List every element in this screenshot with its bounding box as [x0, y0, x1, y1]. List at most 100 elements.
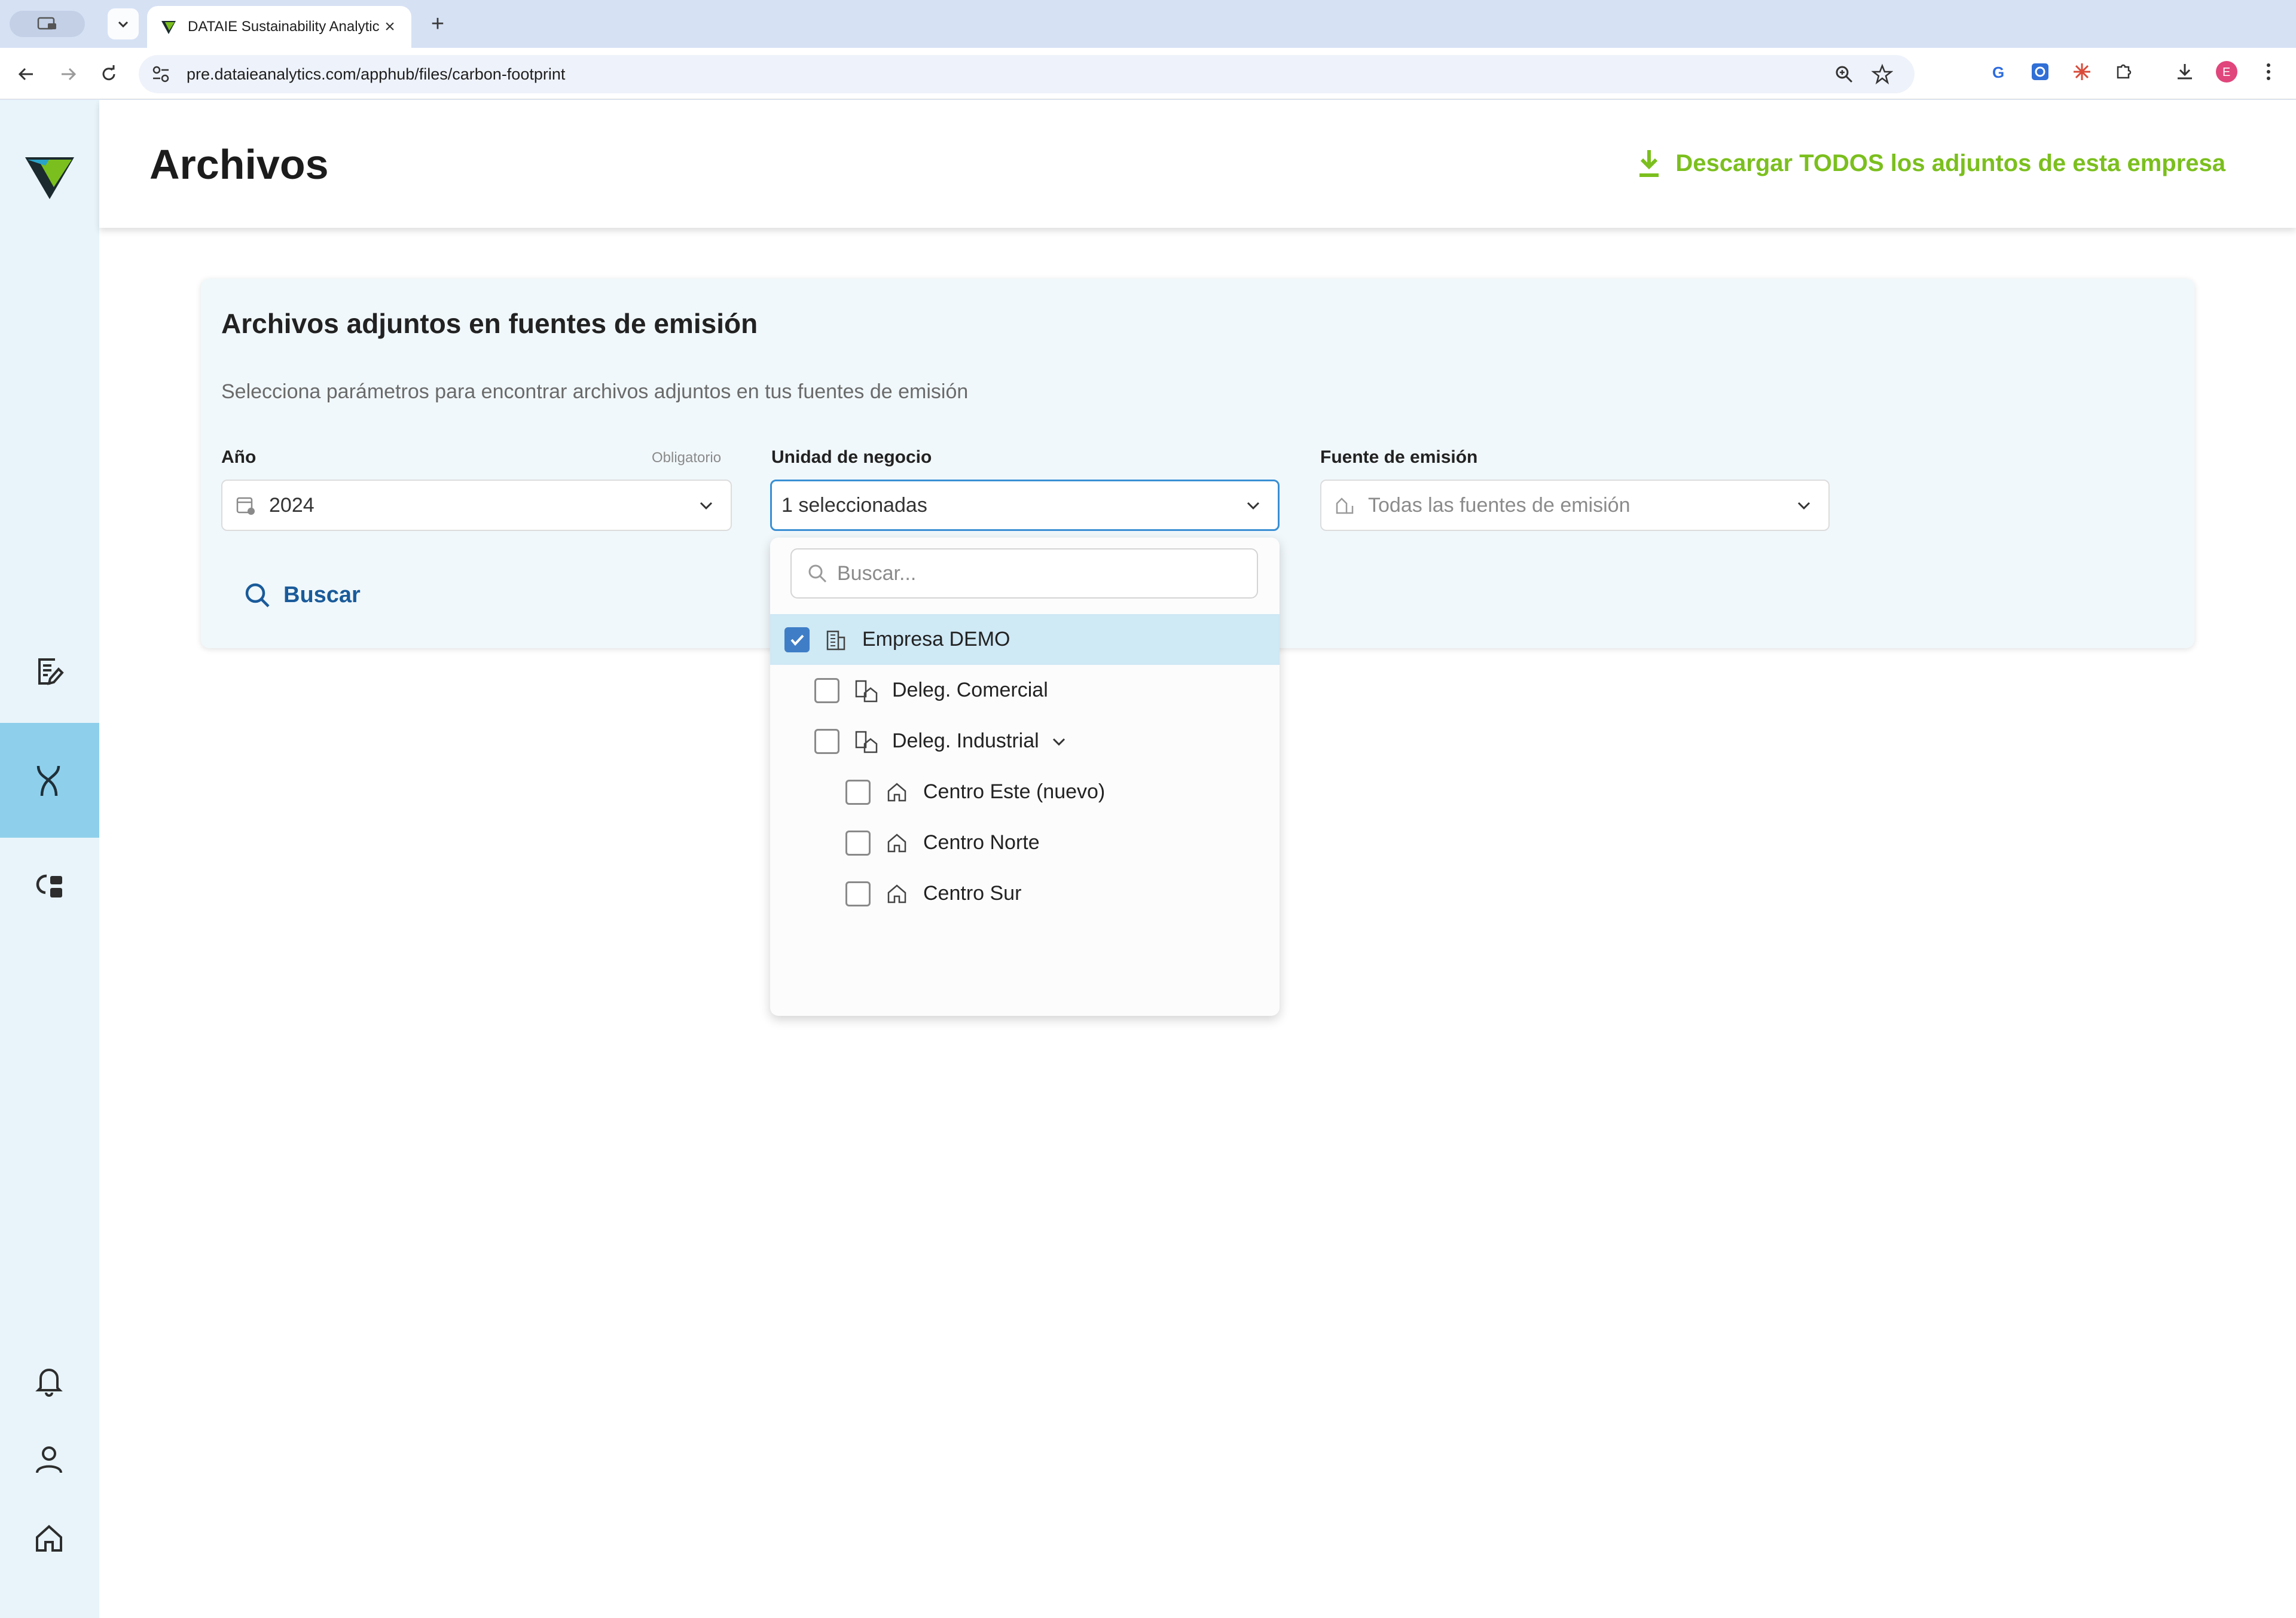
chevron-down-icon[interactable] [1050, 732, 1068, 750]
extension-gear-icon[interactable] [2028, 60, 2052, 84]
sidebar-item-home[interactable] [29, 1518, 69, 1559]
forward-button[interactable] [55, 61, 81, 87]
sidebar [0, 100, 99, 1618]
bell-icon [35, 1369, 63, 1397]
extension-g-icon[interactable]: G [1986, 60, 2010, 84]
home-icon [36, 1525, 62, 1552]
browser-tabstrip: DATAIE Sustainability Analytic × + [0, 0, 2296, 48]
list-item-deleg-comercial[interactable]: Deleg. Comercial [770, 665, 1280, 716]
branch-icon [855, 731, 878, 753]
card-title: Archivos adjuntos en fuentes de emisión [221, 308, 758, 339]
chevron-down-icon [118, 21, 129, 28]
downloads-icon[interactable] [2173, 60, 2197, 84]
dataie-logo[interactable] [25, 154, 74, 199]
business-unit-dropdown: Buscar... Empresa DEMO Deleg. Comercial … [770, 538, 1280, 1016]
sidebar-item-dashboard[interactable] [29, 866, 69, 907]
svg-text:G: G [1992, 63, 2004, 81]
tab-groups-icon [37, 17, 56, 30]
list-item-empresa-demo[interactable]: Empresa DEMO [770, 614, 1280, 665]
browser-toolbar: pre.dataieanalytics.com/apphub/files/car… [0, 48, 2296, 99]
close-tab-icon[interactable]: × [381, 17, 398, 36]
year-label: Año [221, 447, 257, 467]
business-unit-value: 1 seleccionadas [781, 493, 927, 517]
checkbox[interactable] [845, 881, 871, 906]
checkbox[interactable] [845, 830, 871, 856]
chevron-down-icon [1797, 502, 1810, 510]
check-icon [790, 634, 804, 646]
emission-source-select[interactable]: Todas las fuentes de emisión [1320, 480, 1830, 531]
checkbox[interactable] [814, 728, 839, 754]
page-header: Archivos Descargar TODOS los adjuntos de… [99, 100, 2296, 228]
business-unit-label: Unidad de negocio [771, 447, 932, 467]
page-title: Archivos [149, 141, 329, 188]
year-select[interactable]: 2024 [221, 480, 732, 531]
sidebar-item-notifications[interactable] [29, 1360, 69, 1401]
branch-icon [855, 680, 878, 702]
tab-groups-button[interactable] [10, 11, 85, 37]
download-icon [1639, 150, 1659, 177]
back-button[interactable] [13, 61, 39, 87]
list-item-label: Centro Norte [923, 831, 1040, 854]
reload-button[interactable] [96, 61, 122, 87]
building-icon [826, 630, 845, 650]
browser-menu-icon[interactable] [2257, 60, 2280, 84]
zoom-icon[interactable] [1833, 63, 1855, 85]
extensions-puzzle-icon[interactable] [2112, 60, 2136, 84]
checkbox-checked[interactable] [784, 627, 810, 652]
browser-tab-active[interactable]: DATAIE Sustainability Analytic × [147, 6, 411, 48]
svg-text:E: E [2222, 66, 2230, 79]
extension-spark-icon[interactable] [2070, 60, 2094, 84]
year-required-note: Obligatorio [652, 450, 722, 466]
favicon-icon [161, 21, 176, 34]
checkbox[interactable] [814, 677, 839, 703]
list-item-label: Deleg. Comercial [892, 679, 1048, 701]
search-icon [808, 564, 827, 583]
search-button[interactable]: Buscar [243, 581, 361, 609]
url-text: pre.dataieanalytics.com/apphub/files/car… [187, 65, 566, 83]
site-settings-icon [152, 66, 169, 83]
search-button-label: Buscar [283, 582, 361, 607]
emission-source-label: Fuente de emisión [1320, 447, 1478, 467]
list-item-deleg-industrial[interactable]: Deleg. Industrial [770, 716, 1280, 767]
sidebar-item-reports[interactable] [29, 651, 69, 692]
tab-title: DATAIE Sustainability Analytic [188, 19, 380, 35]
dropdown-search-input[interactable]: Buscar... [790, 548, 1258, 599]
download-all-label: Descargar TODOS los adjuntos de esta emp… [1675, 149, 2225, 176]
download-all-button[interactable]: Descargar TODOS los adjuntos de esta emp… [1637, 149, 2225, 178]
profile-avatar[interactable]: E [2215, 60, 2239, 84]
tab-list-button[interactable] [108, 8, 139, 39]
list-item-label: Centro Sur [923, 882, 1022, 905]
sidebar-item-files-active[interactable] [0, 723, 99, 838]
dropdown-search-placeholder: Buscar... [837, 561, 917, 585]
arrow-right-icon [62, 68, 77, 81]
factory-icon [1336, 497, 1354, 514]
calendar-icon [236, 497, 255, 515]
chevron-down-icon [1247, 502, 1260, 510]
bookmark-star-icon[interactable] [1871, 63, 1893, 85]
chevron-down-icon [700, 502, 713, 510]
list-item-centro-norte[interactable]: Centro Norte [770, 817, 1280, 868]
list-item-centro-este[interactable]: Centro Este (nuevo) [770, 767, 1280, 817]
home-icon [887, 833, 906, 852]
arrow-left-icon [18, 68, 33, 81]
branches-icon [36, 765, 60, 796]
list-item-label: Deleg. Industrial [892, 729, 1039, 752]
business-unit-select[interactable]: 1 seleccionadas [770, 480, 1280, 531]
document-edit-icon [38, 658, 64, 685]
new-tab-button[interactable]: + [425, 11, 451, 37]
card-subtitle: Selecciona parámetros para encontrar arc… [221, 380, 969, 403]
user-icon [36, 1446, 62, 1473]
app: Archivos Descargar TODOS los adjuntos de… [0, 100, 2296, 1618]
list-item-centro-sur[interactable]: Centro Sur [770, 868, 1280, 919]
address-bar[interactable]: pre.dataieanalytics.com/apphub/files/car… [139, 55, 1915, 93]
home-icon [887, 884, 906, 903]
emission-source-placeholder: Todas las fuentes de emisión [1368, 493, 1631, 517]
home-icon [887, 782, 906, 801]
list-item-label: Empresa DEMO [862, 628, 1010, 651]
year-value: 2024 [269, 493, 315, 517]
search-icon [245, 583, 270, 607]
sidebar-item-profile[interactable] [29, 1439, 69, 1480]
dashboard-refresh-icon [36, 874, 62, 897]
reload-icon [102, 65, 115, 81]
checkbox[interactable] [845, 779, 871, 805]
